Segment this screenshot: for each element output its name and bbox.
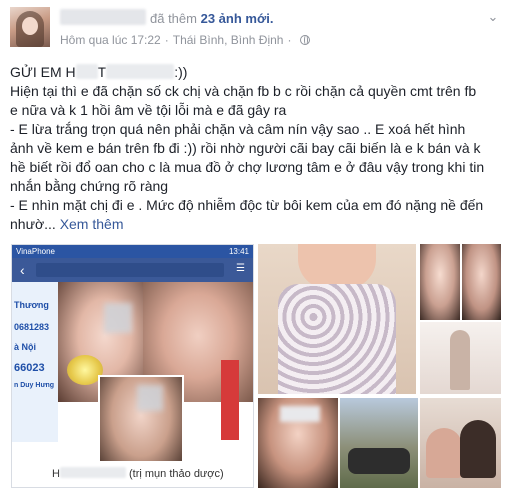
meta-separator: · [287,33,292,47]
phone-ad-panel: Thương 0681283 à Nội 66023 n Duy Hưng [12,282,58,442]
phone-caption: H (trị mụn thảo dược) [12,461,253,487]
post-location[interactable]: Thái Bình, Bình Định [173,33,284,47]
photo-dress [278,284,396,394]
ad-text: 0681283 [14,322,50,332]
redacted-text [106,64,175,79]
post-text-line: ảnh về kem e bán trên fb đi :)) rồi nhờ … [10,140,481,156]
post-text-line: e nữa và k 1 hồi âm về tội lỗi mà e đã g… [10,102,287,118]
back-arrow-icon: ‹ [20,262,25,278]
post-text: GỬI EM H T:)) Hiện tại thì e đã chặn số c… [10,63,502,234]
face-blur [104,303,132,333]
ad-text: 66023 [14,362,45,374]
photo-car [348,448,410,474]
post-text-line: GỬI EM H T:)) [10,63,502,82]
photo-tile[interactable] [340,398,418,488]
friends-icon: ☰ [236,263,245,274]
post-text-line: nhườ... Xem thêm [10,215,502,234]
avatar-face [22,17,38,35]
caption-suffix: (trị mụn thảo dược) [129,468,224,480]
ad-text: à Nội [14,342,37,352]
caption-prefix: H [52,468,60,480]
post-text-line: - E lừa trắng trọn quá nên phải chặn và … [10,121,466,137]
truncated-text: nhườ... [10,216,56,232]
photo-phone-screenshot[interactable]: VinaPhone 13:41 ‹ ☰ Thương 0681283 à Nội… [11,244,254,488]
see-more-link[interactable]: Xem thêm [60,216,124,232]
avatar[interactable] [10,7,50,47]
phone-status-bar: VinaPhone 13:41 [12,245,253,258]
photo-count-link[interactable]: 23 ảnh mới. [201,11,274,26]
phone-nav-bar: ‹ ☰ [12,258,253,282]
post-timestamp[interactable]: Hôm qua lúc 17:22 [60,33,161,47]
red-banner [221,360,239,440]
ad-text: Thương [14,300,49,310]
redacted-text [75,64,98,79]
face-blur [280,406,320,422]
greeting-suffix: :)) [174,64,188,80]
post-text-line: Hiện tại thì e đã chặn số ck chị và chặn… [10,83,477,99]
face-blur [137,385,163,411]
photo-tile[interactable] [420,244,460,320]
greeting-mid: T [97,64,107,80]
photo-tile[interactable] [420,398,501,488]
clock-label: 13:41 [228,247,249,256]
headline-action: đã thêm [150,11,197,26]
photo-grid: VinaPhone 13:41 ‹ ☰ Thương 0681283 à Nội… [11,244,501,488]
post-text-line: nhắn bằng chứng rõ ràng [10,178,169,194]
chevron-down-icon[interactable]: ⌄ [486,10,500,25]
photo-skin [298,244,376,289]
phone-search-field-redacted [36,263,224,277]
redacted-text [59,467,126,478]
post-meta: Hôm qua lúc 17:22 · Thái Bình, Bình Định… [60,33,311,47]
greeting-prefix: GỬI EM H [10,64,76,80]
photo-person [426,428,462,478]
facebook-post: đã thêm 23 ảnh mới. Hôm qua lúc 17:22 · … [0,0,510,489]
post-headline: đã thêm 23 ảnh mới. [150,11,273,26]
post-text-line: - E nhìn mặt chị đi e . Mức độ nhiễm độc… [10,197,484,213]
globe-icon[interactable] [300,35,311,45]
photo-tile[interactable] [420,322,501,394]
photo-tile[interactable] [258,244,416,394]
photo-person [460,420,496,478]
post-text-line: hề biết rồi đổ oan cho c là mua đồ ở chợ… [10,159,485,175]
photo-tile[interactable] [462,244,501,320]
author-name-redacted[interactable] [60,9,146,25]
carrier-label: VinaPhone [16,247,55,256]
photo-figure [450,330,470,390]
meta-separator: · [164,33,169,47]
ad-text: n Duy Hưng [14,382,55,389]
photo-tile[interactable] [258,398,338,488]
